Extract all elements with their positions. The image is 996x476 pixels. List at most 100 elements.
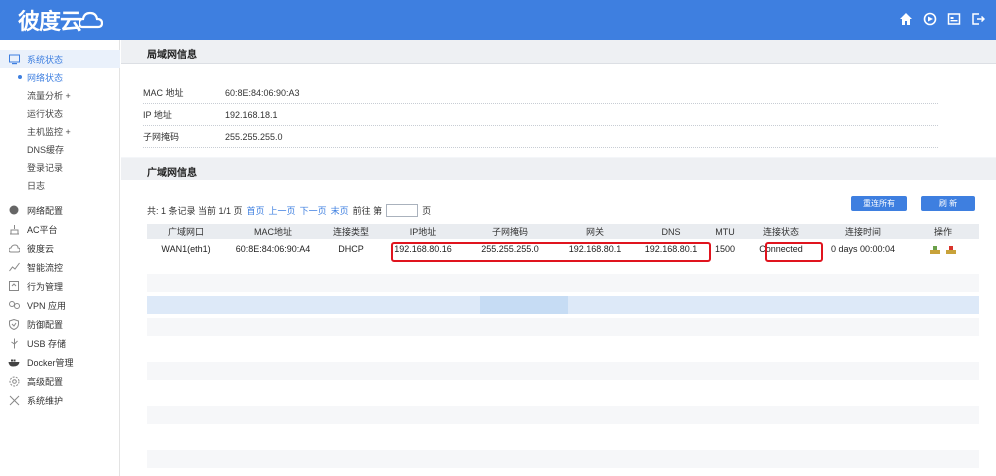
cell-actions — [907, 239, 979, 259]
pager-last-link[interactable]: 末页 — [331, 204, 349, 217]
monitor-icon — [7, 52, 21, 66]
sidebar-item-docker[interactable]: Docker管理 — [0, 353, 120, 371]
empty-row — [147, 362, 979, 380]
vpn-icon — [7, 298, 21, 312]
sidebar-sub-login-records[interactable]: 登录记录 — [0, 158, 120, 176]
sidebar-item-label: 系统状态 — [27, 54, 64, 65]
cloud-icon — [7, 241, 21, 255]
cell-mtu: 1500 — [714, 244, 736, 254]
sidebar: 系统状态 网络状态 流量分析 + 运行状态 主机监控 + DNS缓存 登录记录 … — [0, 40, 120, 476]
sidebar-sub-dns-cache[interactable]: DNS缓存 — [0, 140, 120, 158]
sidebar-item-network-config[interactable]: 网络配置 — [0, 201, 120, 219]
sidebar-item-usb[interactable]: USB 存储 — [0, 334, 120, 352]
column-header[interactable]: 子网掩码 — [465, 224, 555, 239]
logo-cloud-icon — [79, 11, 104, 29]
pager-page-input[interactable] — [386, 204, 419, 217]
sidebar-item-ac-platform[interactable]: AC平台 — [0, 220, 120, 238]
cell-status: Connected — [759, 244, 803, 254]
main-content: 局域网信息 MAC 地址 60:8E:84:06:90:A3 IP 地址 192… — [121, 40, 996, 476]
column-header[interactable]: 连接类型 — [321, 224, 381, 239]
column-header[interactable]: MAC地址 — [225, 224, 321, 239]
sidebar-item-label: 高级配置 — [27, 376, 64, 387]
sidebar-item-defense[interactable]: 防御配置 — [0, 315, 120, 333]
cell-ip: 192.168.80.16 — [394, 244, 452, 254]
pager-summary: 共: 1 条记录 当前 1/1 页 — [147, 206, 243, 216]
sidebar-sub-traffic-analysis[interactable]: 流量分析 + — [0, 86, 120, 104]
cell-conn-type: DHCP — [338, 244, 364, 254]
ac-icon — [7, 222, 21, 236]
column-header[interactable]: 网关 — [555, 224, 635, 239]
sub-item-label: 运行状态 — [27, 108, 64, 119]
lan-section-header: 局域网信息 — [121, 40, 996, 64]
table-header-row: 广域网口 MAC地址 连接类型 IP地址 子网掩码 网关 DNS MTU 连接状… — [147, 224, 979, 239]
cell-dns: 192.168.80.1 — [644, 244, 698, 254]
pager-first-link[interactable]: 首页 — [247, 204, 265, 217]
cell-conn-time: 0 days 00:00:04 — [830, 244, 896, 254]
table-row[interactable]: WAN1(eth1) 60:8E:84:06:90:A4 DHCP 192.16… — [147, 239, 979, 259]
sidebar-item-vpn[interactable]: VPN 应用 — [0, 296, 120, 314]
lan-mac-label: MAC 地址 — [143, 88, 184, 98]
sidebar-item-bidu-cloud[interactable]: 彼度云 — [0, 239, 120, 257]
window-icon[interactable] — [946, 11, 962, 27]
sidebar-item-label: USB 存储 — [27, 338, 67, 349]
connect-icon[interactable] — [929, 245, 940, 254]
cell-mac: 60:8E:84:06:90:A4 — [235, 244, 311, 254]
lan-mask-value: 255.255.255.0 — [225, 131, 283, 142]
sidebar-item-label: Docker管理 — [27, 357, 74, 368]
home-icon[interactable] — [898, 11, 914, 27]
sidebar-item-advanced[interactable]: 高级配置 — [0, 372, 120, 390]
sidebar-sub-log[interactable]: 日志 — [0, 176, 120, 194]
globe-icon — [7, 203, 21, 217]
sub-item-label: 登录记录 — [27, 162, 64, 173]
sub-item-label: 网络状态 — [27, 72, 64, 83]
pager-prev-link[interactable]: 上一页 — [269, 204, 296, 217]
pager-next-link[interactable]: 下一页 — [300, 204, 327, 217]
pager-page-suffix: 页 — [422, 206, 432, 216]
sidebar-item-label: 网络配置 — [27, 205, 64, 216]
sub-item-label: 流量分析 + — [27, 90, 71, 101]
empty-row — [147, 318, 979, 336]
shield-icon — [7, 317, 21, 331]
empty-row-selected[interactable] — [147, 296, 979, 314]
sub-item-label: DNS缓存 — [27, 144, 65, 155]
top-bar: 彼度云 — [0, 0, 996, 40]
active-dot — [18, 75, 22, 79]
sidebar-item-label: 智能流控 — [27, 262, 64, 273]
sidebar-sub-network-status[interactable]: 网络状态 — [0, 68, 120, 86]
behavior-icon — [7, 279, 21, 293]
disconnect-icon[interactable] — [946, 245, 957, 254]
lan-mask-row: 子网掩码 255.255.255.0 — [143, 126, 938, 148]
sub-item-label: 主机监控 + — [27, 126, 71, 137]
cell-mask: 255.255.255.0 — [481, 244, 539, 254]
sidebar-item-system-status[interactable]: 系统状态 — [0, 50, 120, 68]
sidebar-sub-host-monitor[interactable]: 主机监控 + — [0, 122, 120, 140]
column-header[interactable]: DNS — [635, 224, 707, 239]
empty-row — [147, 406, 979, 424]
empty-row — [147, 274, 979, 292]
refresh-icon[interactable] — [922, 11, 938, 27]
column-header[interactable]: MTU — [707, 224, 743, 239]
sidebar-item-maintenance[interactable]: 系统维护 — [0, 391, 120, 409]
sub-item-label: 日志 — [27, 180, 46, 191]
cell-wan-port: WAN1(eth1) — [161, 244, 211, 254]
column-header[interactable]: 广域网口 — [147, 224, 225, 239]
refresh-button[interactable]: 刷 新 — [921, 196, 975, 211]
column-header[interactable]: 连接状态 — [743, 224, 819, 239]
sidebar-item-behavior-mgmt[interactable]: 行为管理 — [0, 277, 120, 295]
column-header[interactable]: 连接时间 — [819, 224, 907, 239]
empty-row — [147, 450, 979, 468]
lan-ip-label: IP 地址 — [143, 110, 172, 120]
logo[interactable]: 彼度云 — [18, 4, 104, 36]
pagination: 共: 1 条记录 当前 1/1 页 首页 上一页 下一页 末页 前往 第 页 — [147, 204, 431, 217]
redial-all-button[interactable]: 重连所有 — [851, 196, 907, 211]
lan-panel: MAC 地址 60:8E:84:06:90:A3 IP 地址 192.168.1… — [121, 64, 996, 157]
column-header[interactable]: IP地址 — [381, 224, 465, 239]
logout-icon[interactable] — [970, 11, 986, 27]
column-header[interactable]: 操作 — [907, 224, 979, 239]
sidebar-sub-run-status[interactable]: 运行状态 — [0, 104, 120, 122]
sidebar-item-smart-flow[interactable]: 智能流控 — [0, 258, 120, 276]
lan-section-title: 局域网信息 — [147, 50, 197, 61]
pager-goto-label: 前往 第 — [352, 206, 383, 216]
lan-mac-value: 60:8E:84:06:90:A3 — [225, 87, 300, 98]
empty-row — [147, 340, 979, 358]
